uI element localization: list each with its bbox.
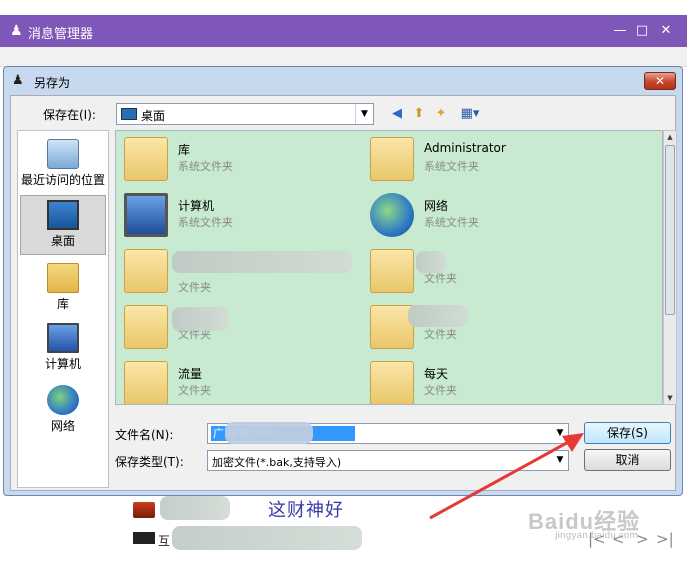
annotation-arrow: [429, 433, 584, 520]
